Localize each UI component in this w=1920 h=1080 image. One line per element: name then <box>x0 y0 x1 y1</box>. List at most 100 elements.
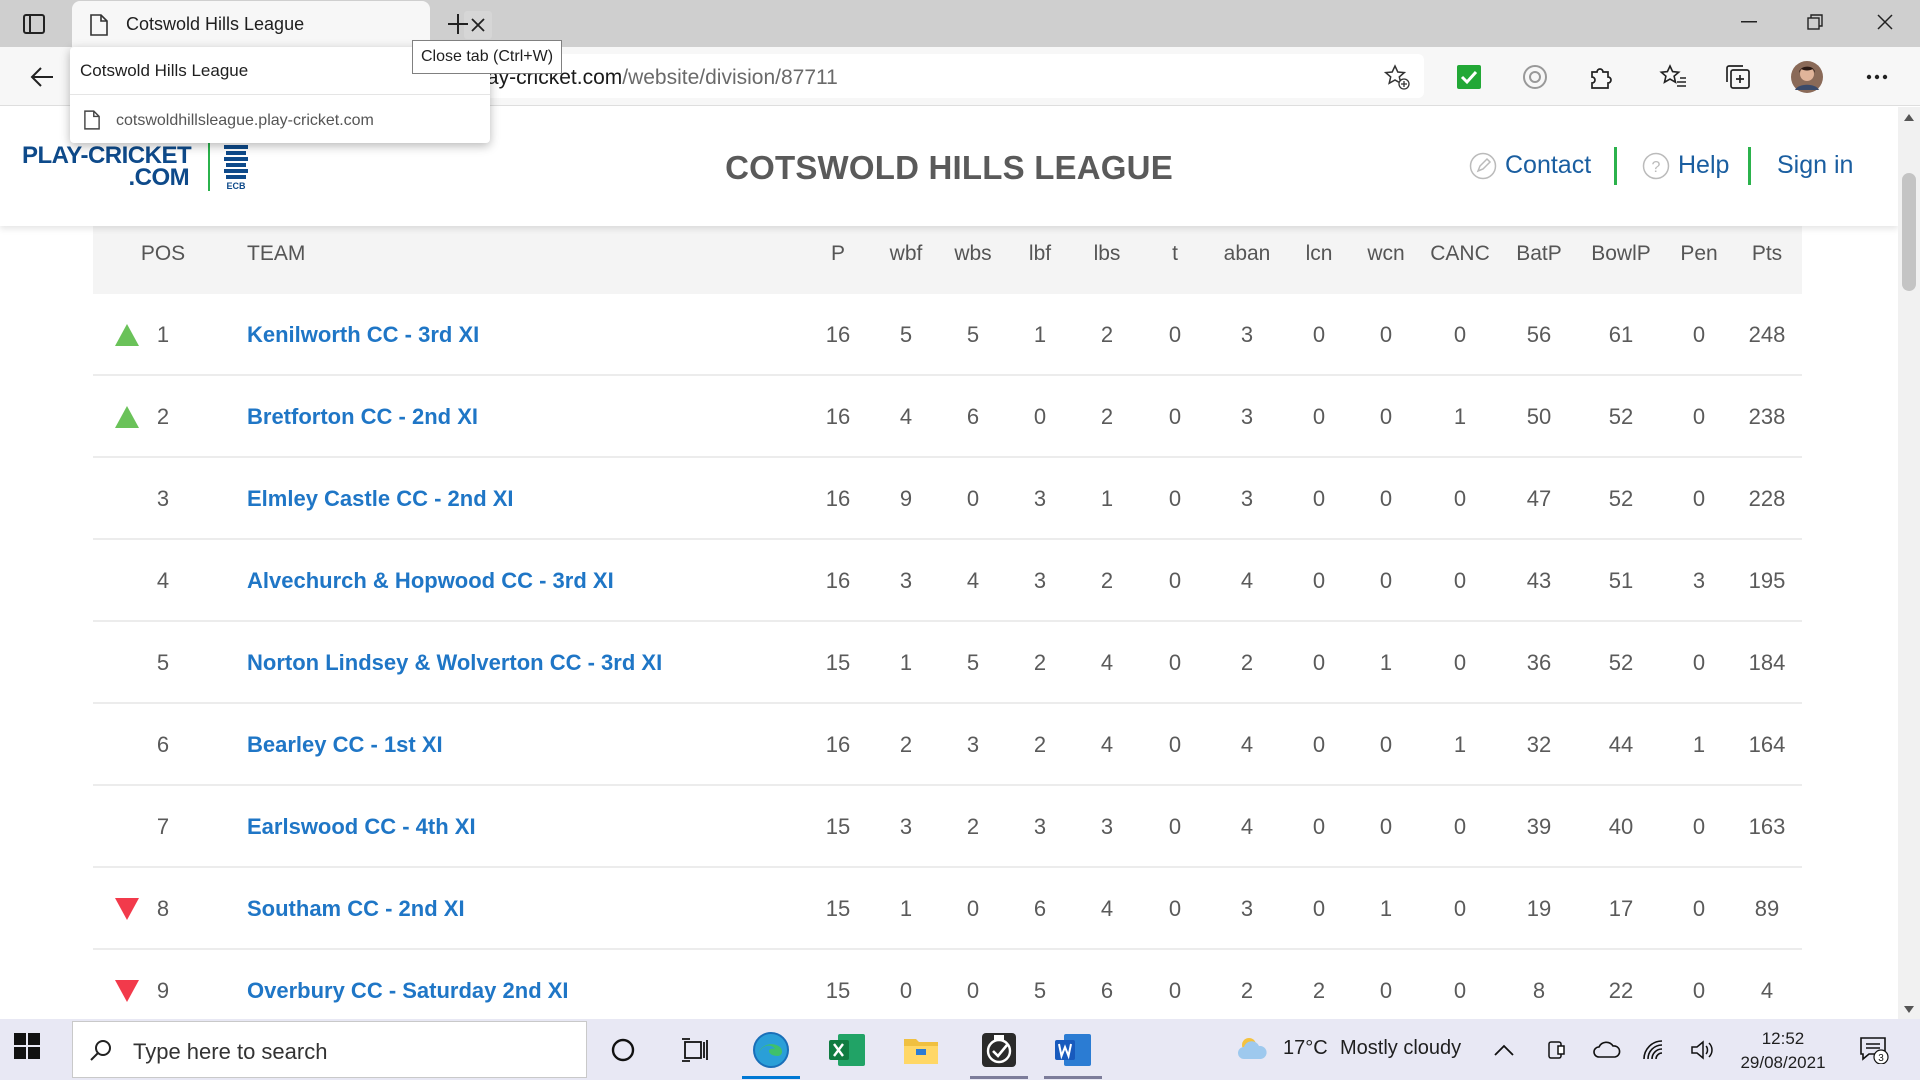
taskbar-file-explorer[interactable] <box>892 1027 950 1073</box>
new-tab-button[interactable] <box>442 9 474 39</box>
minimize-button[interactable] <box>1716 0 1782 44</box>
col-t-cell: 0 <box>1168 486 1182 511</box>
col-wbs-cell: 5 <box>966 650 980 675</box>
table-header: POS TEAM Pwbf wbs lbf lbs t aban lcn wcn CANC BatP B… <box>93 214 1802 294</box>
team-link[interactable]: Bearley CC - 1st XI <box>247 732 443 758</box>
table-row: 4 Alvechurch & Hopwood CC - 3rd XI 16 3 4 3 2 0… <box>93 540 1802 622</box>
col-pen-cell: 0 <box>1692 650 1706 675</box>
nav-divider <box>1748 147 1751 185</box>
team-link[interactable]: Bretforton CC - 2nd XI <box>247 404 478 430</box>
team-link[interactable]: Alvechurch & Hopwood CC - 3rd XI <box>247 568 614 594</box>
header-batp: BatP <box>1516 242 1562 265</box>
col-pts-cell: 184 <box>1748 650 1786 675</box>
col-lbs-cell: 4 <box>1100 896 1114 921</box>
table-row: 8 Southam CC - 2nd XI 15 1 0 6 4 0 3 0 1 0 19 17 0 89 <box>93 868 1802 950</box>
col-canc-cell: 0 <box>1453 486 1467 511</box>
extensions-button[interactable] <box>1584 60 1618 94</box>
volume-button[interactable] <box>1684 1027 1720 1073</box>
url-path: /website/division/87711 <box>622 66 838 89</box>
extension-button[interactable] <box>1518 60 1552 94</box>
nav-help[interactable]: ? Help <box>1642 151 1729 180</box>
taskbar-edge[interactable] <box>742 1027 800 1079</box>
scrollbar-thumb[interactable] <box>1902 173 1916 291</box>
promotion-arrow-up-icon <box>115 324 139 346</box>
browser-tab[interactable]: Cotswold Hills League <box>72 1 492 47</box>
nav-sign-in[interactable]: Sign in <box>1777 151 1853 180</box>
team-link[interactable]: Elmley Castle CC - 2nd XI <box>247 486 514 512</box>
taskbar-clock[interactable]: 12:52 29/08/2021 <box>1718 1027 1848 1075</box>
clipboard-check-icon <box>982 1033 1016 1067</box>
col-p-cell: 16 <box>825 732 851 757</box>
notification-count: 3 <box>1878 1053 1884 1064</box>
back-button[interactable] <box>24 61 60 93</box>
close-icon <box>1877 14 1893 30</box>
col-wbf-cell: 9 <box>899 486 913 511</box>
col-lcn-cell: 0 <box>1312 814 1326 839</box>
col-p-cell: 16 <box>825 568 851 593</box>
weather-temperature: 17°C <box>1283 1037 1328 1059</box>
header-canc: CANC <box>1430 242 1490 265</box>
col-wbf-cell: 2 <box>899 732 913 757</box>
position-cell: 8 <box>156 896 170 921</box>
add-favorite-button[interactable] <box>1383 64 1410 95</box>
taskbar-excel[interactable] <box>818 1027 876 1073</box>
scroll-down-button[interactable] <box>1903 1003 1915 1015</box>
start-button[interactable] <box>14 1033 40 1064</box>
col-lbs-cell: 2 <box>1100 404 1114 429</box>
collections-button[interactable] <box>1722 60 1756 94</box>
col-pts-cell: 228 <box>1748 486 1786 511</box>
question-icon: ? <box>1642 152 1670 179</box>
star-add-icon <box>1383 64 1410 90</box>
col-bowlp-cell: 22 <box>1608 978 1634 1003</box>
network-button[interactable] <box>1636 1027 1672 1073</box>
col-pen-cell: 0 <box>1692 896 1706 921</box>
header-team: TEAM <box>247 242 306 265</box>
team-link[interactable]: Kenilworth CC - 3rd XI <box>247 322 479 348</box>
taskbar-todo[interactable] <box>970 1027 1028 1079</box>
team-link[interactable]: Southam CC - 2nd XI <box>247 896 465 922</box>
task-view-button[interactable] <box>666 1027 724 1073</box>
taskbar-search-box[interactable]: Type here to search <box>72 1021 587 1078</box>
triangle-down-icon <box>1904 1005 1914 1013</box>
col-wcn-cell: 1 <box>1379 650 1393 675</box>
taskbar-word[interactable] <box>1044 1027 1102 1079</box>
col-p-cell: 15 <box>825 814 851 839</box>
close-tab-tooltip: Close tab (Ctrl+W) <box>412 40 563 74</box>
col-lbf-cell: 6 <box>1033 896 1047 921</box>
relegation-arrow-down-icon <box>115 898 139 920</box>
position-cell: 9 <box>156 978 170 1003</box>
col-pts-cell: 4 <box>1760 978 1774 1003</box>
col-wbf-cell: 3 <box>899 568 913 593</box>
col-aban-cell: 4 <box>1240 814 1254 839</box>
table-row: 1 Kenilworth CC - 3rd XI 16 5 5 1 2 0 3 0 0 0 56 61 0 2… <box>93 294 1802 376</box>
team-link[interactable]: Earlswood CC - 4th XI <box>247 814 476 840</box>
show-hidden-icons-button[interactable] <box>1486 1027 1522 1073</box>
scroll-up-button[interactable] <box>1903 111 1915 123</box>
col-pen-cell: 3 <box>1692 568 1706 593</box>
header-wcn: wcn <box>1367 242 1405 265</box>
weather-description[interactable]: Mostly cloudy <box>1340 1037 1461 1060</box>
team-link[interactable]: Norton Lindsey & Wolverton CC - 3rd XI <box>247 650 662 676</box>
onedrive-button[interactable] <box>1588 1027 1626 1073</box>
tab-actions-button[interactable] <box>14 8 54 40</box>
tray-device-button[interactable] <box>1538 1027 1574 1073</box>
cortana-button[interactable] <box>594 1027 652 1073</box>
favorites-button[interactable] <box>1656 60 1690 94</box>
col-lbs-cell: 4 <box>1100 732 1114 757</box>
col-p-cell: 16 <box>825 486 851 511</box>
col-wbs-cell: 0 <box>966 486 980 511</box>
settings-menu-button[interactable] <box>1860 60 1894 94</box>
col-lcn-cell: 0 <box>1312 404 1326 429</box>
notifications-button[interactable]: 3 <box>1852 1027 1896 1073</box>
plus-icon <box>448 14 468 34</box>
profile-button[interactable] <box>1790 60 1824 94</box>
col-batp-cell: 32 <box>1526 732 1552 757</box>
close-window-button[interactable] <box>1852 0 1918 44</box>
col-aban-cell: 3 <box>1240 404 1254 429</box>
col-t-cell: 0 <box>1168 896 1182 921</box>
team-link[interactable]: Overbury CC - Saturday 2nd XI <box>247 978 569 1004</box>
page-scrollbar[interactable] <box>1898 107 1920 1019</box>
restore-button[interactable] <box>1782 0 1848 44</box>
extension-check-button[interactable] <box>1452 60 1486 94</box>
nav-contact[interactable]: Contact <box>1469 151 1591 180</box>
